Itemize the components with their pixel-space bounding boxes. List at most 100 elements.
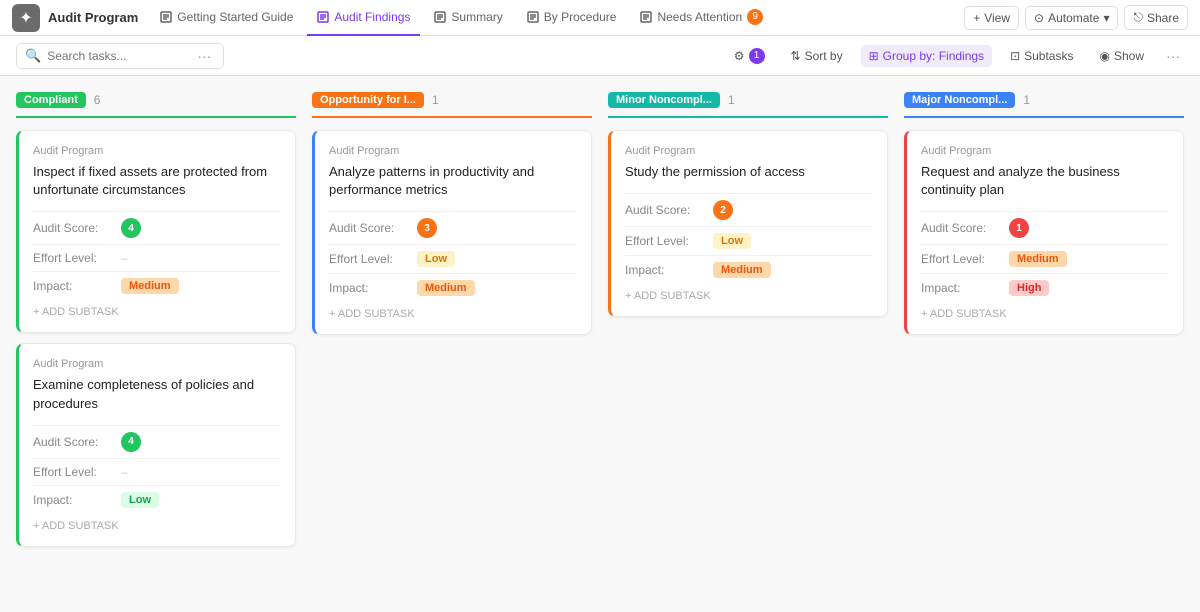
impact-value: High [1009,280,1049,296]
tab-summary[interactable]: Summary [424,0,512,36]
effort-level-field: Effort Level:– [33,244,281,265]
column-compliant: Compliant 6 Audit Program Inspect if fixed … [16,92,296,557]
search-box[interactable]: 🔍 ··· [16,43,224,69]
add-subtask-button[interactable]: + ADD SUBTASK [921,304,1169,320]
task-card[interactable]: Audit Program Analyze patterns in product… [312,130,592,335]
audit-score-value: 4 [121,432,141,452]
impact-value: Medium [713,262,771,278]
card-parent: Audit Program [921,145,1169,157]
task-card[interactable]: Audit ProgramExamine completeness of pol… [16,343,296,546]
column-major-noncompliant: Major Noncompl... 1 Audit Program Request a… [904,92,1184,345]
effort-level-label: Effort Level: [33,465,113,479]
task-card[interactable]: Audit Program Request and analyze the bus… [904,130,1184,335]
card-parent: Audit Program [625,145,873,157]
column-header-opportunity: Opportunity for I...1 [312,92,592,118]
column-minor-noncompliant: Minor Noncompl... 1 Audit Program Study the… [608,92,888,327]
effort-level-label: Effort Level: [625,234,705,248]
column-header-compliant: Compliant 6 [16,92,296,118]
impact-label: Impact: [625,263,705,277]
tab-needs-attention[interactable]: Needs Attention 9 [630,0,773,36]
column-label-minor-noncompliant[interactable]: Minor Noncompl... [608,92,720,108]
effort-level-label: Effort Level: [33,251,113,265]
impact-value: Medium [121,278,179,294]
audit-score-field: Audit Score: 4 [33,425,281,452]
tab-by-procedure[interactable]: By Procedure [517,0,627,36]
toolbar-actions: ⚙ 1 ⇅ Sort by ⊞ Group by: Findings ⊡ Sub… [726,44,1184,68]
share-button[interactable]: ⎋ Share [1124,5,1188,30]
view-button[interactable]: + View [964,6,1019,30]
card-title: Inspect if fixed assets are protected fr… [33,163,281,199]
automate-button[interactable]: ⊙ Automate ▾ [1025,6,1118,30]
group-icon: ⊞ [869,49,879,63]
column-opportunity: Opportunity for I...1 Audit Program Analyz… [312,92,592,345]
effort-level-label: Effort Level: [921,252,1001,266]
app-title: Audit Program [48,10,138,25]
toolbar-more[interactable]: ··· [1162,48,1184,64]
audit-score-field: Audit Score: 2 [625,193,873,220]
add-subtask-button[interactable]: + ADD SUBTASK [625,286,873,302]
effort-level-field: Effort Level: Low [625,226,873,249]
column-header-major-noncompliant: Major Noncompl... 1 [904,92,1184,118]
needs-attention-badge: 9 [747,9,763,25]
effort-level-label: Effort Level: [329,252,409,266]
effort-level-field: Effort Level:– [33,458,281,479]
task-card[interactable]: Audit Program Inspect if fixed assets are… [16,130,296,333]
column-count-minor-noncompliant: 1 [728,93,735,107]
impact-value: Low [121,492,159,508]
effort-level-field: Effort Level: Medium [921,244,1169,267]
effort-level-value: Low [713,233,751,249]
audit-score-label: Audit Score: [33,435,113,449]
sort-icon: ⇅ [791,49,801,63]
add-subtask-button[interactable]: + ADD SUBTASK [33,302,281,318]
add-subtask-button[interactable]: + ADD SUBTASK [33,516,281,532]
impact-field: Impact:High [921,273,1169,296]
impact-label: Impact: [329,281,409,295]
effort-level-dash: – [121,251,128,265]
audit-score-value: 1 [1009,218,1029,238]
subtasks-icon: ⊡ [1010,49,1020,63]
column-label-compliant[interactable]: Compliant [16,92,86,108]
column-label-major-noncompliant[interactable]: Major Noncompl... [904,92,1015,108]
audit-score-label: Audit Score: [625,203,705,217]
column-count-major-noncompliant: 1 [1023,93,1030,107]
app-logo: ✦ [12,4,40,32]
effort-level-dash: – [121,465,128,479]
header-actions: + View ⊙ Automate ▾ ⎋ Share [964,5,1188,30]
audit-score-value: 3 [417,218,437,238]
task-card[interactable]: Audit Program Study the permission of acc… [608,130,888,317]
impact-field: Impact: Medium [33,271,281,294]
eye-icon: ◉ [1099,49,1109,63]
column-label-opportunity[interactable]: Opportunity for I... [312,92,424,108]
card-title: Request and analyze the business continu… [921,163,1169,199]
search-options[interactable]: ··· [193,48,215,64]
impact-label: Impact: [33,493,113,507]
search-input[interactable] [47,49,187,63]
effort-level-value: Medium [1009,251,1067,267]
impact-label: Impact: [33,279,113,293]
effort-level-value: Low [417,251,455,267]
card-title: Study the permission of access [625,163,873,181]
column-count-compliant: 6 [94,93,101,107]
add-subtask-button[interactable]: + ADD SUBTASK [329,304,577,320]
toolbar: 🔍 ··· ⚙ 1 ⇅ Sort by ⊞ Group by: Findings… [0,36,1200,76]
card-title: Analyze patterns in productivity and per… [329,163,577,199]
show-button[interactable]: ◉ Show [1091,45,1152,67]
impact-field: Impact: Low [33,485,281,508]
audit-score-field: Audit Score:3 [329,211,577,238]
column-header-minor-noncompliant: Minor Noncompl... 1 [608,92,888,118]
tab-audit-findings[interactable]: Audit Findings [307,0,420,36]
audit-score-field: Audit Score: 1 [921,211,1169,238]
card-title: Examine completeness of policies and pro… [33,376,281,412]
filter-button[interactable]: ⚙ 1 [726,44,773,68]
filter-icon: ⚙ [734,49,745,63]
card-parent: Audit Program [33,145,281,157]
audit-score-value: 2 [713,200,733,220]
subtasks-button[interactable]: ⊡ Subtasks [1002,45,1081,67]
group-button[interactable]: ⊞ Group by: Findings [861,45,992,67]
header: ✦ Audit Program Getting Started Guide Au… [0,0,1200,36]
tab-getting-started[interactable]: Getting Started Guide [150,0,303,36]
audit-score-label: Audit Score: [33,221,113,235]
audit-score-label: Audit Score: [921,221,1001,235]
card-parent: Audit Program [329,145,577,157]
sort-button[interactable]: ⇅ Sort by [783,45,851,67]
